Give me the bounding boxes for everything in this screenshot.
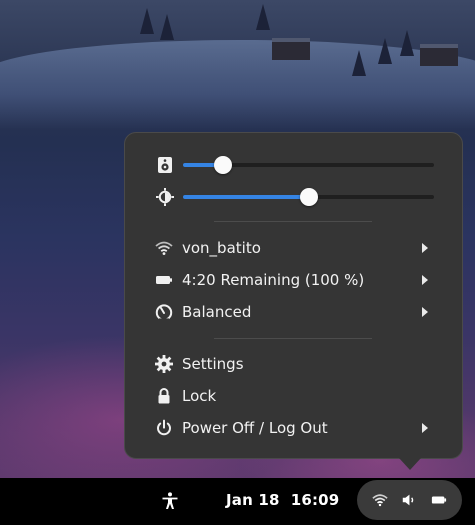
lock-menu-item[interactable]: Lock	[125, 381, 462, 411]
speaker-icon	[158, 157, 172, 173]
wifi-icon	[155, 241, 173, 255]
tree	[140, 8, 154, 34]
popup-pointer	[399, 458, 421, 470]
volume-slider-row	[125, 154, 462, 176]
separator	[214, 338, 372, 339]
lock-label: Lock	[182, 387, 217, 405]
settings-menu-item[interactable]: Settings	[125, 349, 462, 379]
power-icon	[157, 419, 171, 436]
clock-time: 16:09	[290, 491, 340, 509]
chevron-right-icon	[422, 275, 428, 285]
system-status-area[interactable]	[357, 480, 462, 520]
settings-label: Settings	[182, 355, 244, 373]
separator	[214, 221, 372, 222]
chevron-right-icon	[422, 307, 428, 317]
tree	[256, 4, 270, 30]
wifi-menu-item[interactable]: von_batito	[125, 233, 462, 263]
system-menu: von_batito 4:20 Remaining (100 %) Balanc…	[124, 132, 463, 459]
power-mode-icon	[155, 304, 173, 321]
brightness-slider-fill	[183, 195, 309, 199]
brightness-slider[interactable]	[183, 188, 434, 206]
battery-menu-item[interactable]: 4:20 Remaining (100 %)	[125, 265, 462, 295]
volume-slider[interactable]	[183, 156, 434, 174]
tree	[160, 14, 174, 40]
cabin	[272, 38, 310, 60]
tree	[352, 50, 366, 76]
tree	[400, 30, 414, 56]
power-off-menu-item[interactable]: Power Off / Log Out	[125, 413, 462, 443]
accessibility-icon[interactable]	[161, 492, 179, 510]
power-mode-label: Balanced	[182, 303, 252, 321]
cabin	[420, 44, 458, 66]
top-bar: Jan 18 16:09	[0, 478, 475, 525]
brightness-icon	[156, 188, 174, 206]
tree	[378, 38, 392, 64]
clock[interactable]: Jan 18 16:09	[226, 491, 339, 509]
gear-icon	[155, 355, 173, 373]
wifi-network-label: von_batito	[182, 239, 261, 257]
chevron-right-icon	[422, 423, 428, 433]
power-mode-menu-item[interactable]: Balanced	[125, 297, 462, 327]
brightness-slider-row	[125, 186, 462, 208]
battery-icon	[156, 276, 172, 284]
power-off-label: Power Off / Log Out	[182, 419, 328, 437]
wifi-icon	[372, 494, 388, 507]
battery-status-label: 4:20 Remaining (100 %)	[182, 271, 365, 289]
brightness-slider-handle[interactable]	[299, 188, 318, 206]
volume-icon	[402, 494, 414, 506]
volume-slider-handle[interactable]	[214, 156, 233, 174]
lock-icon	[158, 388, 170, 404]
chevron-right-icon	[422, 243, 428, 253]
battery-icon	[431, 496, 447, 504]
clock-date: Jan 18	[226, 491, 280, 509]
